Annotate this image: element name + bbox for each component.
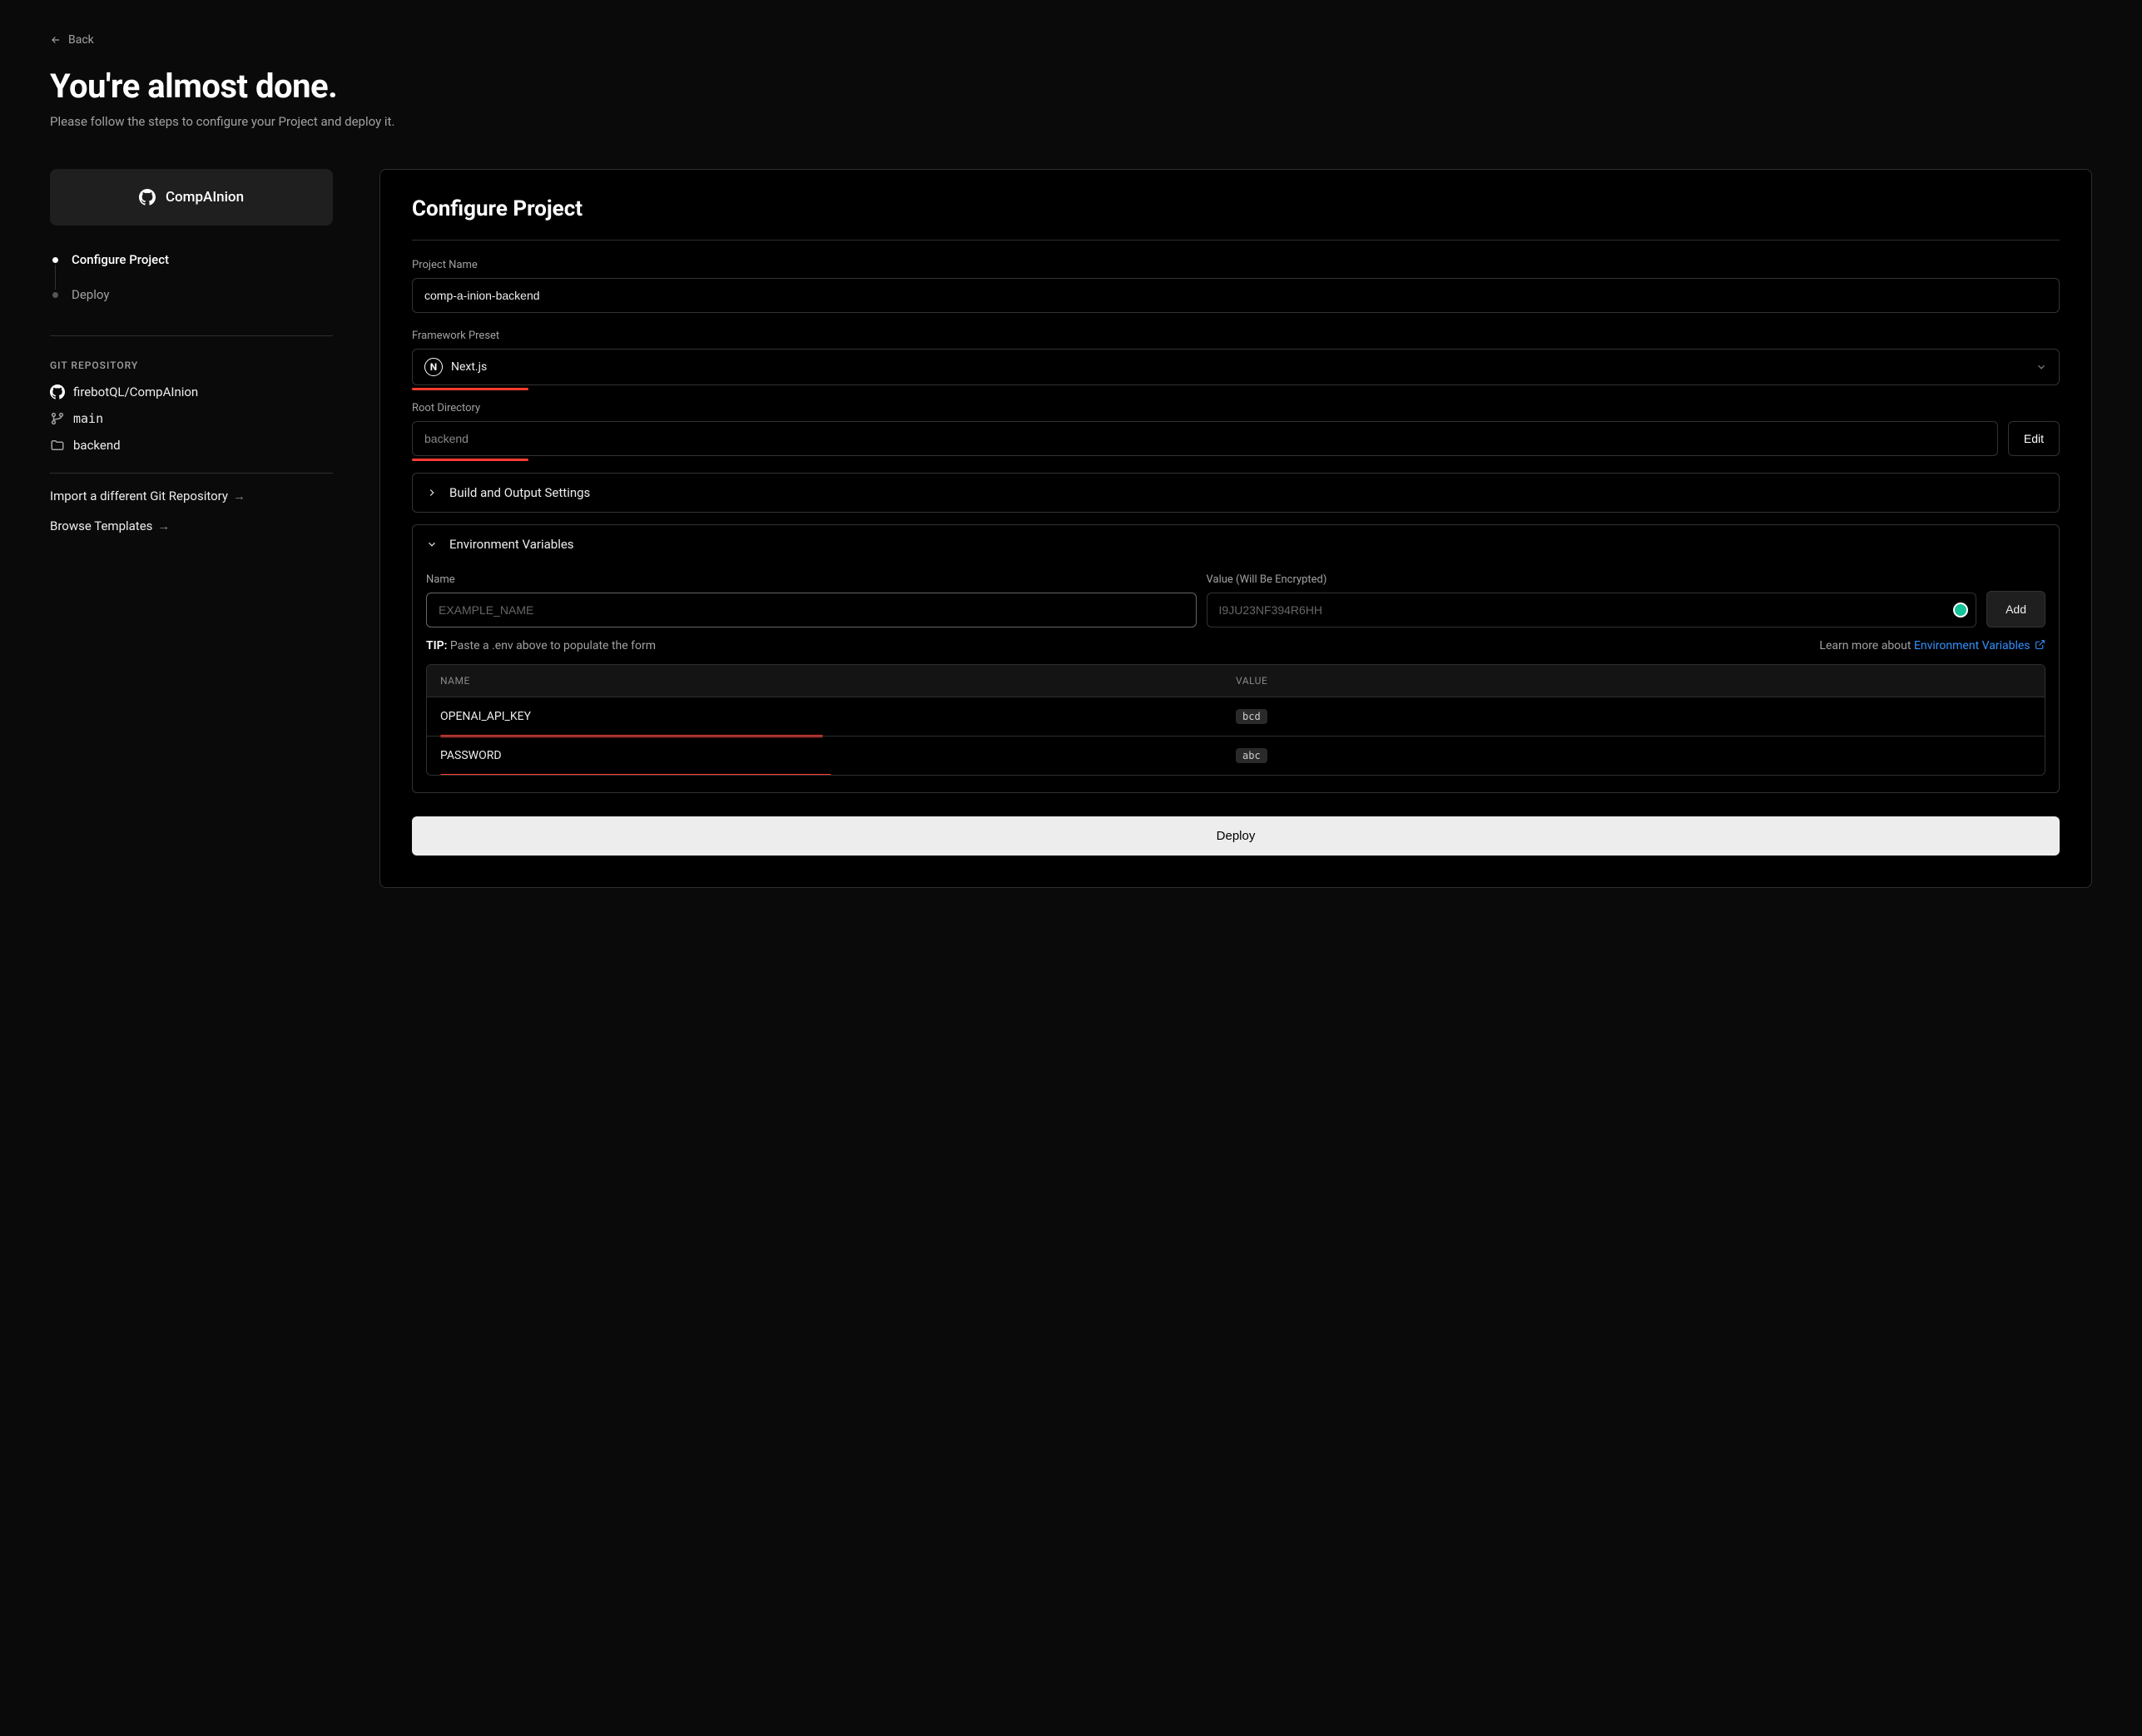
repo-full-row: firebotQL/CompAInion xyxy=(50,384,333,399)
github-icon xyxy=(139,189,156,206)
annotation-underline xyxy=(412,459,528,461)
env-table-head: NAME VALUE xyxy=(427,665,2045,697)
chevron-down-icon xyxy=(426,538,438,550)
chevron-right-icon xyxy=(426,487,438,498)
project-name-input[interactable] xyxy=(412,278,2060,313)
repo-card: CompAInion xyxy=(50,169,333,226)
divider xyxy=(50,473,333,474)
browse-templates-link[interactable]: Browse Templates → xyxy=(50,518,333,533)
env-vars-label: Environment Variables xyxy=(449,537,574,552)
page-subtitle: Please follow the steps to configure you… xyxy=(50,114,2092,129)
annotation-underline xyxy=(440,774,831,776)
repo-card-name: CompAInion xyxy=(166,189,244,206)
import-repo-link[interactable]: Import a different Git Repository → xyxy=(50,489,333,503)
main: Configure Project Project Name Framework… xyxy=(379,169,2092,888)
env-th-name: NAME xyxy=(440,675,1236,687)
framework-select[interactable]: N Next.js xyxy=(412,349,2060,385)
env-vars-toggle[interactable]: Environment Variables xyxy=(413,525,2059,563)
env-value-label: Value (Will Be Encrypted) xyxy=(1207,573,1977,586)
add-button[interactable]: Add xyxy=(1986,591,2045,627)
grammarly-icon xyxy=(1953,603,1968,618)
arrow-right-icon: → xyxy=(157,518,170,533)
folder-icon xyxy=(50,438,65,453)
env-vars-section: Environment Variables Name Value (Will B… xyxy=(412,524,2060,793)
rootdir-input xyxy=(412,421,1998,456)
branch-icon xyxy=(50,411,65,426)
build-settings-label: Build and Output Settings xyxy=(449,485,590,500)
table-row: PASSWORD abc xyxy=(427,736,2045,775)
folder-row: backend xyxy=(50,438,333,453)
arrow-left-icon xyxy=(50,34,62,46)
env-value-input[interactable] xyxy=(1207,593,1977,627)
step-deploy: Deploy xyxy=(72,287,333,302)
external-link-icon xyxy=(2035,639,2045,650)
back-label: Back xyxy=(68,33,94,47)
panel-title: Configure Project xyxy=(412,196,2060,241)
divider xyxy=(50,335,333,336)
rootdir-label: Root Directory xyxy=(412,402,2060,414)
branch-row: main xyxy=(50,411,333,426)
nextjs-icon: N xyxy=(424,358,443,376)
steps: Configure Project Deploy xyxy=(50,252,333,302)
env-row-value: abc xyxy=(1236,748,1267,763)
page-title: You're almost done. xyxy=(50,67,2092,106)
env-th-value: VALUE xyxy=(1236,675,2031,687)
env-name-label: Name xyxy=(426,573,1197,586)
step-configure: Configure Project xyxy=(72,252,333,287)
env-row-name: PASSWORD xyxy=(440,749,1236,762)
configure-panel: Configure Project Project Name Framework… xyxy=(379,169,2092,888)
build-settings-toggle[interactable]: Build and Output Settings xyxy=(413,474,2059,512)
sidebar: CompAInion Configure Project Deploy GIT … xyxy=(50,169,333,533)
folder-name: backend xyxy=(73,438,121,453)
project-name-label: Project Name xyxy=(412,259,2060,271)
framework-label: Framework Preset xyxy=(412,330,2060,342)
env-table: NAME VALUE OPENAI_API_KEY bcd PASSWORD a… xyxy=(426,664,2045,776)
arrow-right-icon: → xyxy=(233,489,245,503)
edit-button[interactable]: Edit xyxy=(2008,421,2060,456)
github-icon xyxy=(50,384,65,399)
env-row-value: bcd xyxy=(1236,709,1267,724)
git-repo-heading: GIT REPOSITORY xyxy=(50,360,333,371)
build-settings-section: Build and Output Settings xyxy=(412,473,2060,513)
deploy-button[interactable]: Deploy xyxy=(412,816,2060,856)
env-row-name: OPENAI_API_KEY xyxy=(440,710,1236,723)
env-tip: TIP: Paste a .env above to populate the … xyxy=(426,639,656,652)
framework-value: Next.js xyxy=(451,360,487,374)
chevron-down-icon xyxy=(2035,361,2047,373)
repo-full-name: firebotQL/CompAInion xyxy=(73,384,198,399)
env-name-input[interactable] xyxy=(426,593,1197,627)
table-row: OPENAI_API_KEY bcd xyxy=(427,697,2045,736)
branch-name: main xyxy=(73,411,103,426)
annotation-underline xyxy=(412,388,528,390)
env-learn-more: Learn more about Environment Variables xyxy=(1819,639,2045,652)
back-link[interactable]: Back xyxy=(50,33,94,47)
env-docs-link[interactable]: Environment Variables xyxy=(1914,639,2045,652)
